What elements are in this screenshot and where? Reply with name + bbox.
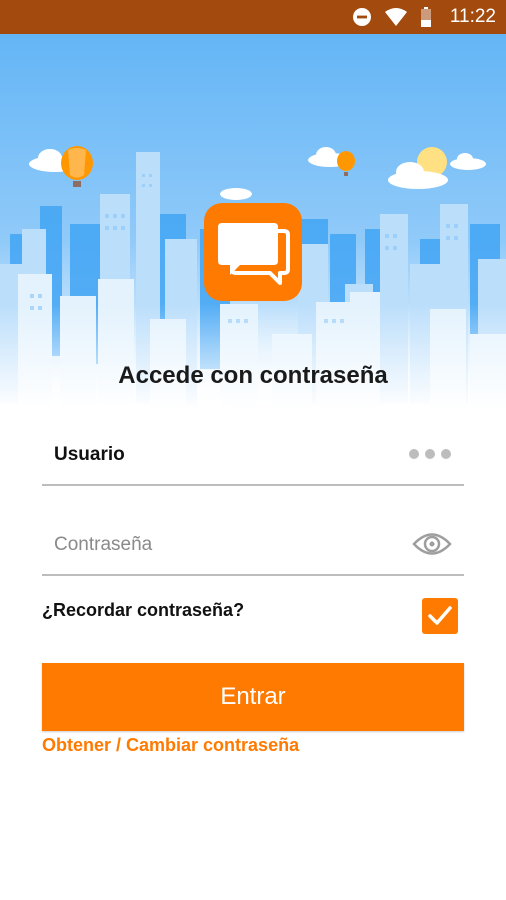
app-logo-chat-icon: [204, 203, 302, 301]
wifi-icon: [384, 7, 408, 27]
show-password-eye-icon[interactable]: [412, 530, 452, 558]
battery-icon: [420, 7, 432, 27]
get-change-password-link[interactable]: Obtener / Cambiar contraseña: [42, 735, 299, 756]
password-placeholder: Contraseña: [54, 534, 153, 555]
check-icon: [428, 606, 452, 625]
username-field[interactable]: Usuario: [42, 434, 464, 486]
status-bar: 11:22: [0, 0, 506, 34]
do-not-disturb-icon: [352, 7, 372, 27]
password-field[interactable]: Contraseña: [42, 524, 464, 576]
remember-password-checkbox[interactable]: [422, 598, 458, 634]
status-time: 11:22: [449, 6, 496, 27]
username-value: Usuario: [54, 444, 125, 465]
remember-password-label: ¿Recordar contraseña?: [42, 600, 245, 620]
enter-button[interactable]: Entrar: [42, 663, 464, 731]
login-title: Accede con contraseña: [118, 362, 388, 389]
more-options-icon[interactable]: [408, 440, 452, 468]
